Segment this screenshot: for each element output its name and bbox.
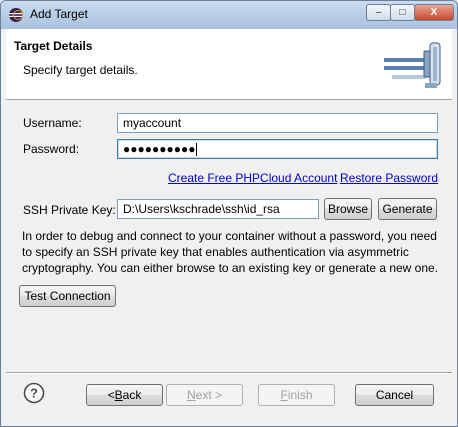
connector-banner-icon	[384, 42, 441, 88]
svg-text:?: ?	[30, 386, 38, 401]
text-caret	[196, 143, 198, 157]
generate-button[interactable]: Generate	[378, 198, 437, 220]
back-label-prefix: <	[107, 388, 115, 402]
minimize-icon: –	[375, 7, 382, 18]
cancel-button[interactable]: Cancel	[355, 384, 434, 406]
next-label-rest: ext >	[195, 388, 223, 402]
password-field[interactable]: ●●●●●●●●●●	[117, 139, 438, 159]
username-field[interactable]: myaccount	[117, 113, 438, 133]
finish-mnemonic: F	[280, 388, 288, 402]
back-button[interactable]: < Back	[86, 384, 163, 406]
ssh-key-field[interactable]: D:\Users\kschrade\ssh\id_rsa	[117, 199, 319, 219]
back-label-rest: ack	[122, 388, 142, 402]
next-button[interactable]: Next >	[166, 384, 243, 406]
wizard-footer: ? < Back Next > Finish Cancel	[6, 374, 452, 419]
next-mnemonic: N	[186, 388, 196, 402]
page-title: Target Details	[14, 39, 93, 53]
add-target-dialog: Add Target – □ X Target Details Specify …	[0, 0, 458, 427]
page-subtitle: Specify target details.	[23, 63, 138, 77]
finish-button[interactable]: Finish	[258, 384, 335, 406]
password-mask: ●●●●●●●●●●	[123, 142, 196, 156]
form-area: Username: myaccount Password: ●●●●●●●●●●…	[6, 100, 452, 372]
create-account-link[interactable]: Create Free PHPCloud Account	[168, 171, 337, 185]
ssh-description: In order to debug and connect to your co…	[22, 229, 439, 275]
wizard-header: Target Details Specify target details.	[6, 29, 452, 100]
help-icon[interactable]: ?	[23, 382, 45, 404]
ssh-key-label: SSH Private Key:	[23, 203, 116, 217]
username-label: Username:	[23, 116, 82, 130]
minimize-button[interactable]: –	[366, 4, 391, 21]
back-mnemonic: B	[114, 388, 123, 402]
close-button[interactable]: X	[414, 4, 454, 21]
close-icon: X	[430, 7, 438, 18]
maximize-button[interactable]: □	[390, 4, 415, 21]
restore-password-link[interactable]: Restore Password	[340, 171, 438, 185]
browse-button[interactable]: Browse	[324, 198, 372, 220]
password-label: Password:	[23, 142, 80, 156]
eclipse-app-icon	[9, 8, 23, 22]
finish-label-rest: inish	[287, 388, 313, 402]
window-title: Add Target	[30, 7, 88, 21]
title-bar[interactable]: Add Target – □ X	[1, 1, 457, 29]
maximize-icon: □	[399, 7, 406, 18]
test-connection-button[interactable]: Test Connection	[19, 285, 116, 307]
